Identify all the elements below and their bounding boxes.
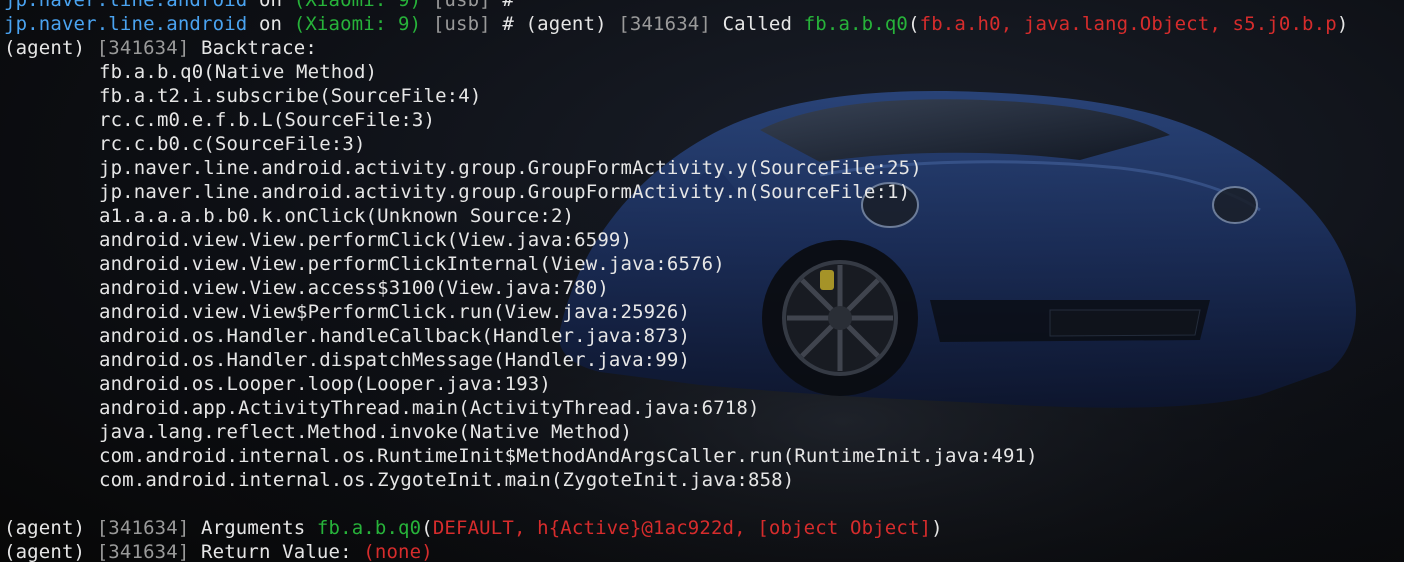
agent-tag: (agent): [4, 541, 97, 562]
prompt-hash: #: [490, 13, 526, 35]
backtrace-frame: android.os.Looper.loop(Looper.java:193): [99, 373, 551, 395]
backtrace-frame: android.view.View$PerformClick.run(View.…: [99, 301, 691, 323]
paren-open: (: [421, 517, 433, 539]
pid-tag: [341634]: [618, 13, 711, 35]
prompt-sep: [421, 0, 433, 11]
method-name: fb.a.b.q0: [803, 13, 909, 35]
prompt-line: jp.naver.line.android on (Xiaomi: 9) [us…: [4, 12, 1404, 36]
backtrace-frame: com.android.internal.os.RuntimeInit$Meth…: [99, 445, 1038, 467]
backtrace-frame: android.view.View.performClick(View.java…: [99, 229, 633, 251]
terminal-window[interactable]: jp.naver.line.android on (Xiaomi: 9) [us…: [0, 0, 1404, 562]
prompt-on: on: [247, 13, 294, 35]
backtrace-frame: android.view.View.performClickInternal(V…: [99, 253, 725, 275]
prompt-sep: [421, 13, 433, 35]
backtrace-frame: android.app.ActivityThread.main(Activity…: [99, 397, 760, 419]
connection-type: [usb]: [432, 13, 491, 35]
device-package: jp.naver.line.android: [4, 0, 248, 11]
terminal-output[interactable]: jp.naver.line.android on (Xiaomi: 9) [us…: [4, 0, 1404, 562]
backtrace-frame: com.android.internal.os.ZygoteInit.main(…: [99, 469, 795, 491]
backtrace-frame: rc.c.m0.e.f.b.L(SourceFile:3): [99, 109, 436, 131]
backtrace-frame: android.os.Handler.handleCallback(Handle…: [99, 325, 691, 347]
device-name: (Xiaomi: 9): [293, 0, 422, 11]
called-label: Called: [710, 13, 804, 35]
return-value-line: (agent) [341634] Return Value: (none): [4, 540, 1404, 562]
agent-tag: (agent): [4, 517, 97, 539]
backtrace-frame: android.view.View.access$3100(View.java:…: [99, 277, 609, 299]
paren-open: (: [908, 13, 920, 35]
arguments-label: Arguments: [189, 517, 317, 539]
backtrace-frame: fb.a.t2.i.subscribe(SourceFile:4): [99, 85, 482, 107]
argument-values: DEFAULT, h{Active}@1ac922d, [object Obje…: [432, 517, 932, 539]
backtrace-label: Backtrace:: [189, 37, 317, 59]
pid-tag: [341634]: [96, 37, 190, 59]
paren-close: ): [931, 517, 943, 539]
paren-close: ): [1336, 13, 1349, 35]
backtrace-frame: fb.a.b.q0(Native Method): [99, 61, 378, 83]
prompt-line-partial: jp.naver.line.android on (Xiaomi: 9) [us…: [4, 0, 1404, 12]
device-name: (Xiaomi: 9): [293, 13, 422, 35]
backtrace-frame: java.lang.reflect.Method.invoke(Native M…: [99, 421, 633, 443]
pid-tag: [341634]: [96, 541, 190, 562]
return-value: (none): [363, 541, 433, 562]
backtrace-frame: android.os.Handler.dispatchMessage(Handl…: [99, 349, 691, 371]
backtrace-frame: jp.naver.line.android.activity.group.Gro…: [99, 157, 922, 179]
backtrace-header: (agent) [341634] Backtrace:: [4, 36, 1404, 60]
return-label: Return Value:: [189, 541, 364, 562]
method-name: fb.a.b.q0: [316, 517, 422, 539]
pid-tag: [341634]: [96, 517, 190, 539]
arguments-line: (agent) [341634] Arguments fb.a.b.q0(DEF…: [4, 516, 1404, 540]
connection-type: [usb]: [432, 0, 491, 11]
method-args: fb.a.h0, java.lang.Object, s5.j0.b.p: [919, 13, 1337, 35]
prompt-hash: #: [490, 0, 514, 11]
agent-tag: (agent): [525, 13, 619, 35]
backtrace-frame: jp.naver.line.android.activity.group.Gro…: [99, 181, 911, 203]
prompt-on: on: [247, 0, 294, 11]
device-package: jp.naver.line.android: [4, 13, 248, 35]
agent-tag: (agent): [4, 37, 97, 59]
backtrace-frame: rc.c.b0.c(SourceFile:3): [99, 133, 366, 155]
backtrace-frame: a1.a.a.a.b.b0.k.onClick(Unknown Source:2…: [99, 205, 575, 227]
